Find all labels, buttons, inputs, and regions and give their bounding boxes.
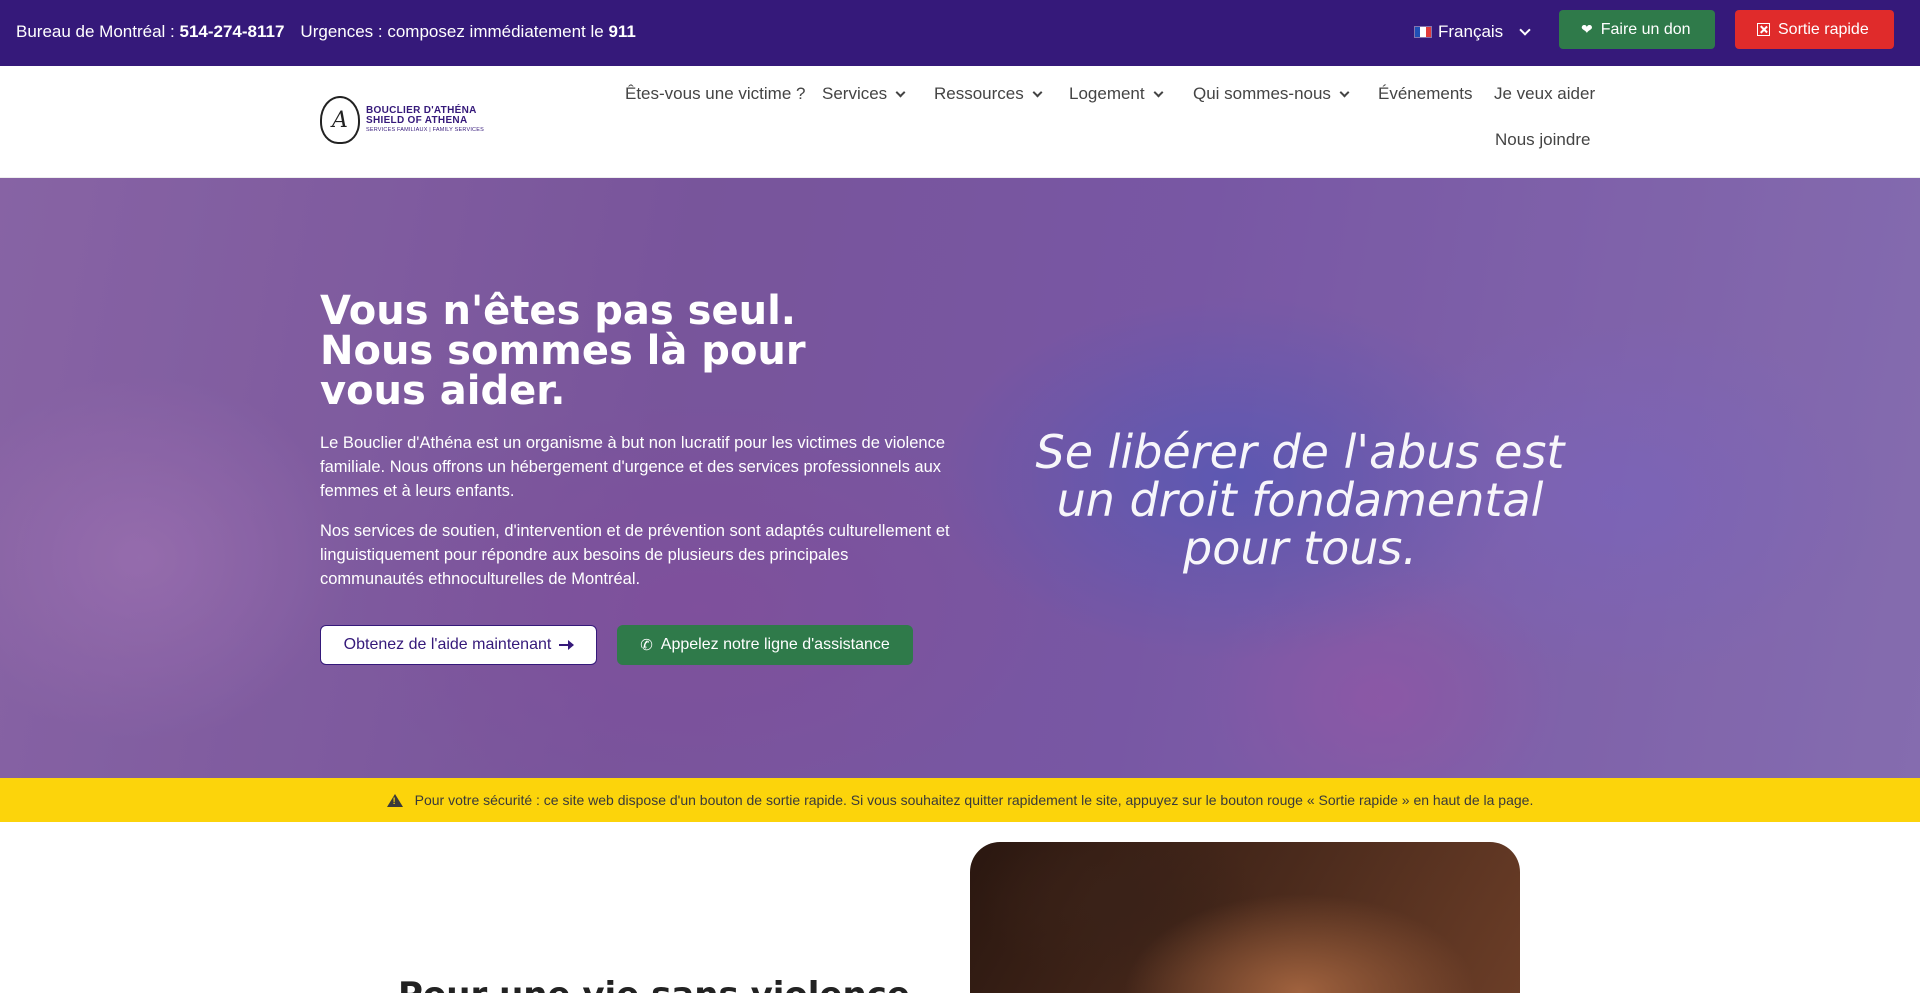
nav-item-about[interactable]: Qui sommes-nous	[1193, 84, 1350, 104]
nav-item-victim[interactable]: Êtes-vous une victime ?	[625, 84, 805, 104]
nav-item-help-us[interactable]: Je veux aider	[1494, 84, 1595, 104]
nav-label: Êtes-vous une victime ?	[625, 84, 806, 103]
warning-icon	[386, 793, 403, 807]
hero-title-line2: Nous sommes là pour vous aider.	[320, 328, 806, 414]
quick-exit-button[interactable]: Sortie rapide	[1735, 10, 1894, 49]
chevron-down-icon	[1339, 87, 1350, 97]
hero-paragraph-2: Nos services de soutien, d'intervention …	[320, 522, 950, 588]
arrow-right-icon	[559, 640, 575, 650]
site-logo[interactable]: A BOUCLIER D'ATHÉNA SHIELD OF ATHENA SER…	[320, 96, 484, 144]
nav-item-contact[interactable]: Nous joindre	[1495, 130, 1590, 150]
emergency-number[interactable]: 911	[608, 22, 635, 41]
hero-section: Vous n'êtes pas seul. Nous sommes là pou…	[0, 178, 1920, 778]
chevron-down-icon	[895, 87, 906, 97]
nav-item-services[interactable]: Services	[822, 84, 906, 104]
get-help-label: Obtenez de l'aide maintenant	[343, 636, 552, 653]
athena-logo-mark: A	[320, 96, 360, 144]
nav-item-resources[interactable]: Ressources	[934, 84, 1043, 104]
call-helpline-label: Appelez notre ligne d'assistance	[660, 636, 890, 653]
donate-label: Faire un don	[1600, 20, 1691, 38]
nav-label: Services	[822, 84, 888, 103]
hero-paragraph-1: Le Bouclier d'Athéna est un organisme à …	[320, 434, 946, 500]
language-label: Français	[1438, 22, 1504, 41]
hero-quote: Se libérer de l'abus est un droit fondam…	[1035, 425, 1565, 575]
hero-overlay	[0, 178, 1920, 778]
woman-photo	[970, 842, 1520, 993]
site-header: A BOUCLIER D'ATHÉNA SHIELD OF ATHENA SER…	[0, 66, 1920, 178]
safety-warning-text: Pour votre sécurité : ce site web dispos…	[414, 792, 1534, 808]
section-title: Pour une vie sans violence	[398, 975, 910, 993]
hero-title: Vous n'êtes pas seul. Nous sommes là pou…	[320, 291, 920, 411]
language-selector[interactable]: Français	[1414, 22, 1531, 42]
nav-label: Événements	[1378, 84, 1473, 103]
nav-item-events[interactable]: Événements	[1378, 84, 1473, 104]
flag-fr-icon	[1414, 26, 1432, 38]
contact-info: Bureau de Montréal : 514-274-8117 Urgence…	[16, 22, 636, 42]
exit-label: Sortie rapide	[1778, 20, 1869, 38]
donate-button[interactable]: ❤ Faire un don	[1559, 10, 1715, 49]
chevron-down-icon	[1519, 24, 1531, 36]
nav-label: Ressources	[934, 84, 1024, 103]
get-help-button[interactable]: Obtenez de l'aide maintenant	[320, 625, 597, 665]
nav-label: Je veux aider	[1494, 84, 1596, 103]
top-bar: Bureau de Montréal : 514-274-8117 Urgence…	[0, 0, 1920, 66]
chevron-down-icon	[1032, 87, 1043, 97]
office-label: Bureau de Montréal :	[16, 22, 180, 41]
nav-label: Qui sommes-nous	[1193, 84, 1331, 103]
safety-warning-bar: Pour votre sécurité : ce site web dispos…	[0, 778, 1920, 822]
logo-tagline: SERVICES FAMILIAUX | FAMILY SERVICES	[366, 127, 484, 134]
chevron-down-icon	[1153, 87, 1164, 97]
nav-item-housing[interactable]: Logement	[1069, 84, 1164, 104]
logo-text: BOUCLIER D'ATHÉNA SHIELD OF ATHENA SERVI…	[366, 106, 484, 134]
close-box-icon	[1757, 23, 1770, 36]
emergency-label: Urgences : composez immédiatement le	[300, 22, 609, 41]
phone-icon: ✆	[640, 637, 653, 654]
nav-label: Nous joindre	[1495, 130, 1591, 149]
nav-label: Logement	[1069, 84, 1145, 103]
heart-hand-icon: ❤	[1581, 21, 1593, 37]
logo-line-en: SHIELD OF ATHENA	[366, 115, 468, 127]
call-helpline-button[interactable]: ✆ Appelez notre ligne d'assistance	[617, 625, 913, 665]
office-phone[interactable]: 514-274-8117	[179, 22, 284, 41]
